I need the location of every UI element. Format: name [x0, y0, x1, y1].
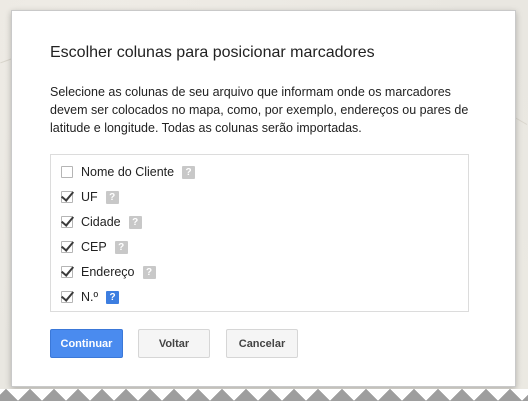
- column-label: CEP: [81, 240, 107, 254]
- help-icon[interactable]: ?: [105, 190, 119, 204]
- column-label: Cidade: [81, 215, 121, 229]
- column-row-endereco[interactable]: Endereço ?: [61, 263, 156, 281]
- column-label: Endereço: [81, 265, 135, 279]
- dialog-description: Selecione as colunas de seu arquivo que …: [50, 85, 469, 135]
- column-checkbox[interactable]: [61, 166, 73, 178]
- column-label: Nome do Cliente: [81, 165, 175, 179]
- cancel-button[interactable]: Cancelar: [226, 329, 298, 358]
- column-row-cep[interactable]: CEP ?: [61, 238, 128, 256]
- column-label: UF: [81, 190, 98, 204]
- column-checkbox[interactable]: [61, 291, 73, 303]
- help-icon[interactable]: ?: [142, 265, 156, 279]
- column-checkbox[interactable]: [61, 216, 73, 228]
- dialog-title: Escolher colunas para posicionar marcado…: [50, 44, 375, 61]
- column-checkbox[interactable]: [61, 241, 73, 253]
- help-icon[interactable]: ?: [114, 240, 128, 254]
- column-row-uf[interactable]: UF ?: [61, 188, 119, 206]
- continue-button[interactable]: Continuar: [50, 329, 123, 358]
- help-icon[interactable]: ?: [106, 290, 120, 304]
- back-button[interactable]: Voltar: [138, 329, 210, 358]
- column-row-nome-do-cliente[interactable]: Nome do Cliente ?: [61, 163, 196, 181]
- column-row-cidade[interactable]: Cidade ?: [61, 213, 142, 231]
- column-checkbox[interactable]: [61, 266, 73, 278]
- column-row-numero[interactable]: N.º ?: [61, 288, 120, 306]
- choose-columns-dialog: Escolher colunas para posicionar marcado…: [11, 10, 516, 387]
- column-label: N.º: [81, 290, 99, 304]
- help-icon[interactable]: ?: [128, 215, 142, 229]
- torn-edge: [0, 389, 528, 401]
- columns-list: Nome do Cliente ? UF ? Cidade ? CEP ? En…: [50, 154, 469, 312]
- help-icon[interactable]: ?: [182, 165, 196, 179]
- column-checkbox[interactable]: [61, 191, 73, 203]
